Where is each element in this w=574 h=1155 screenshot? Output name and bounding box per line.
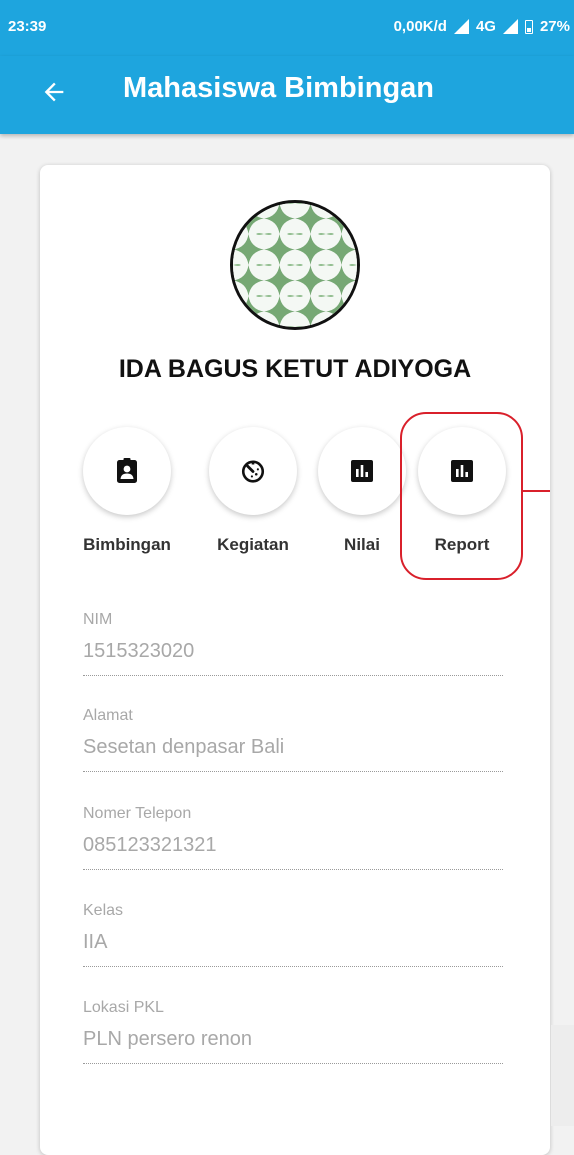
- field-label: NIM: [83, 611, 113, 628]
- field-label: Lokasi PKL: [83, 999, 164, 1016]
- report-highlight-box: [400, 412, 523, 580]
- field-value: IIA: [83, 931, 108, 953]
- field-value: PLN persero renon: [83, 1028, 252, 1050]
- field-value: Sesetan denpasar Bali: [83, 736, 285, 758]
- field-lokasi-pkl: Lokasi PKL PLN persero renon: [83, 999, 503, 1064]
- bimbingan-button[interactable]: [83, 427, 171, 515]
- avatar: [230, 200, 360, 330]
- cell-signal-icon: [502, 19, 518, 34]
- background-card-edge: [551, 1025, 574, 1126]
- app-bar: Mahasiswa Bimbingan: [0, 56, 574, 134]
- status-bar: 23:39 0,00K/d 4G 27%: [0, 0, 574, 56]
- field-value: 085123321321: [83, 834, 217, 856]
- field-nomer-telepon: Nomer Telepon 085123321321: [83, 805, 503, 870]
- kegiatan-label: Kegiatan: [217, 535, 289, 554]
- field-kelas: Kelas IIA: [83, 902, 503, 967]
- arrow-left-icon: [44, 82, 64, 102]
- network-type: 4G: [475, 18, 496, 35]
- page-title: Mahasiswa Bimbingan: [123, 72, 435, 104]
- wifi-signal-icon: [453, 19, 469, 34]
- field-value: 1515323020: [83, 640, 195, 662]
- contact-badge-icon: [117, 458, 137, 483]
- status-indicators: 0,00K/d 4G 27%: [394, 18, 570, 35]
- bimbingan-label: Bimbingan: [83, 535, 171, 554]
- nilai-button[interactable]: [318, 427, 406, 515]
- geometric-pattern-avatar-icon: [233, 203, 357, 327]
- back-button[interactable]: [30, 68, 78, 116]
- battery-icon: [524, 19, 533, 34]
- field-label: Kelas: [83, 902, 124, 919]
- field-label: Alamat: [83, 707, 133, 724]
- student-name: IDA BAGUS KETUT ADIYOGA: [118, 355, 472, 383]
- action-bimbingan[interactable]: Bimbingan: [67, 427, 187, 555]
- status-time: 23:39: [8, 18, 47, 35]
- kegiatan-button[interactable]: [209, 427, 297, 515]
- battery-level: 27%: [539, 18, 570, 35]
- report-callout-line: [523, 490, 550, 492]
- field-label: Nomer Telepon: [83, 805, 192, 822]
- network-speed: 0,00K/d: [393, 18, 447, 35]
- student-card: IDA BAGUS KETUT ADIYOGA Bimbingan Kegiat…: [40, 165, 550, 1155]
- action-kegiatan[interactable]: Kegiatan: [193, 427, 313, 555]
- bar-chart-icon: [351, 460, 373, 482]
- field-nim: NIM 1515323020: [83, 611, 503, 676]
- timer-icon: [241, 460, 265, 483]
- field-alamat: Alamat Sesetan denpasar Bali: [83, 707, 503, 772]
